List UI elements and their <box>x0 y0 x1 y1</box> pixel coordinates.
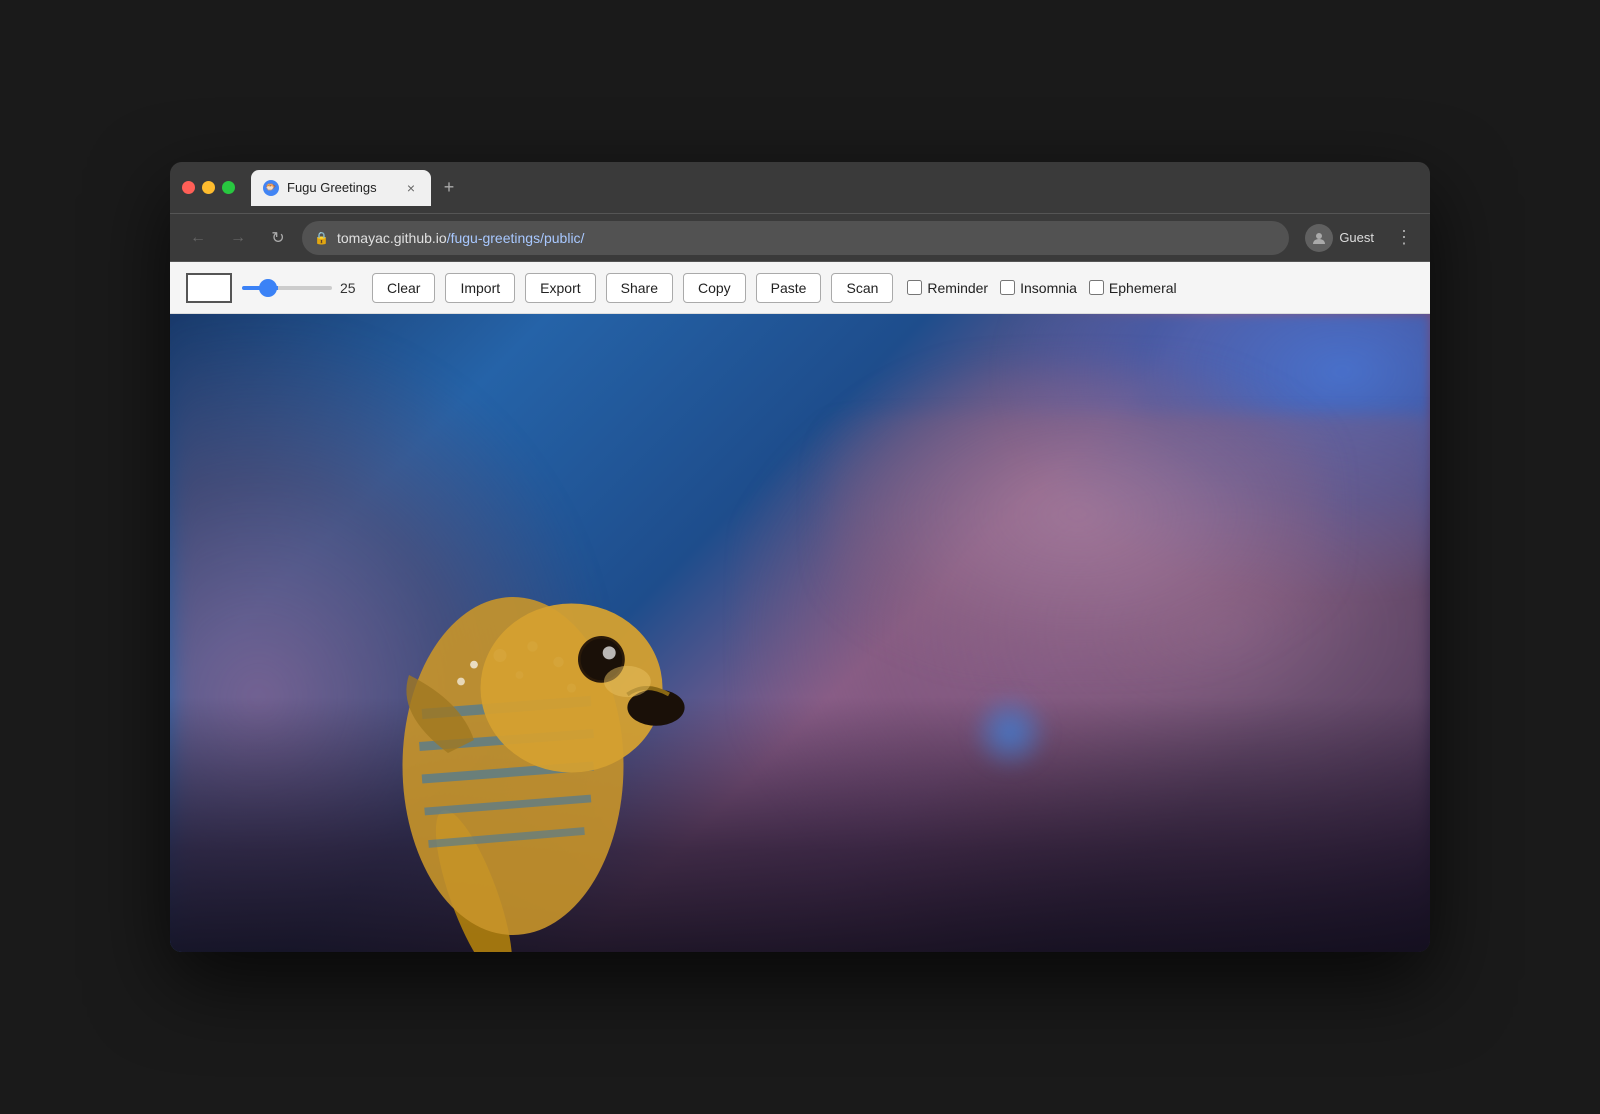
color-swatch[interactable] <box>186 273 232 303</box>
tab-close-button[interactable]: × <box>403 180 419 196</box>
lock-icon: 🔒 <box>314 231 329 245</box>
url-text: tomayac.github.io/fugu-greetings/public/ <box>337 230 1277 246</box>
insomnia-checkbox-label[interactable]: Insomnia <box>1000 280 1077 296</box>
blue-spot <box>970 692 1050 772</box>
export-button[interactable]: Export <box>525 273 595 303</box>
title-bar: 🐡 Fugu Greetings × + <box>170 162 1430 214</box>
url-path: /fugu-greetings/public/ <box>447 230 585 246</box>
ephemeral-checkbox-label[interactable]: Ephemeral <box>1089 280 1177 296</box>
size-slider[interactable] <box>242 286 332 290</box>
forward-button[interactable]: → <box>222 222 254 254</box>
ephemeral-checkbox[interactable] <box>1089 280 1104 295</box>
checkbox-group: Reminder Insomnia Ephemeral <box>907 280 1176 296</box>
minimize-window-button[interactable] <box>202 181 215 194</box>
copy-button[interactable]: Copy <box>683 273 746 303</box>
browser-menu-button[interactable]: ⋮ <box>1390 224 1418 252</box>
app-toolbar: 25 Clear Import Export Share Copy Paste … <box>170 262 1430 314</box>
reminder-checkbox-label[interactable]: Reminder <box>907 280 988 296</box>
paste-button[interactable]: Paste <box>756 273 822 303</box>
new-tab-button[interactable]: + <box>435 174 463 202</box>
share-button[interactable]: Share <box>606 273 673 303</box>
reminder-checkbox[interactable] <box>907 280 922 295</box>
address-bar: ← → ↻ 🔒 tomayac.github.io/fugu-greetings… <box>170 214 1430 262</box>
url-bar[interactable]: 🔒 tomayac.github.io/fugu-greetings/publi… <box>302 221 1289 255</box>
back-button[interactable]: ← <box>182 222 214 254</box>
ephemeral-label: Ephemeral <box>1109 280 1177 296</box>
tab-strip: 🐡 Fugu Greetings × + <box>251 170 1418 206</box>
reminder-label: Reminder <box>927 280 988 296</box>
tab-title: Fugu Greetings <box>287 180 395 195</box>
coral-right2 <box>826 364 1330 664</box>
profile-avatar <box>1305 224 1333 252</box>
import-button[interactable]: Import <box>445 273 515 303</box>
drawing-canvas[interactable] <box>170 314 1430 952</box>
clear-button[interactable]: Clear <box>372 273 435 303</box>
traffic-lights <box>182 181 235 194</box>
maximize-window-button[interactable] <box>222 181 235 194</box>
refresh-button[interactable]: ↻ <box>262 222 294 254</box>
profile-button[interactable]: Guest <box>1297 220 1382 256</box>
fish-scene-background <box>170 314 1430 952</box>
close-window-button[interactable] <box>182 181 195 194</box>
url-base: tomayac.github.io <box>337 230 447 246</box>
scan-button[interactable]: Scan <box>831 273 893 303</box>
active-tab[interactable]: 🐡 Fugu Greetings × <box>251 170 431 206</box>
insomnia-checkbox[interactable] <box>1000 280 1015 295</box>
insomnia-label: Insomnia <box>1020 280 1077 296</box>
slider-value: 25 <box>340 280 362 296</box>
fish-illustration <box>290 454 710 952</box>
profile-label: Guest <box>1339 230 1374 245</box>
tab-favicon: 🐡 <box>263 180 279 196</box>
size-slider-container: 25 <box>242 280 362 296</box>
browser-window: 🐡 Fugu Greetings × + ← → ↻ 🔒 tomayac.git… <box>170 162 1430 952</box>
